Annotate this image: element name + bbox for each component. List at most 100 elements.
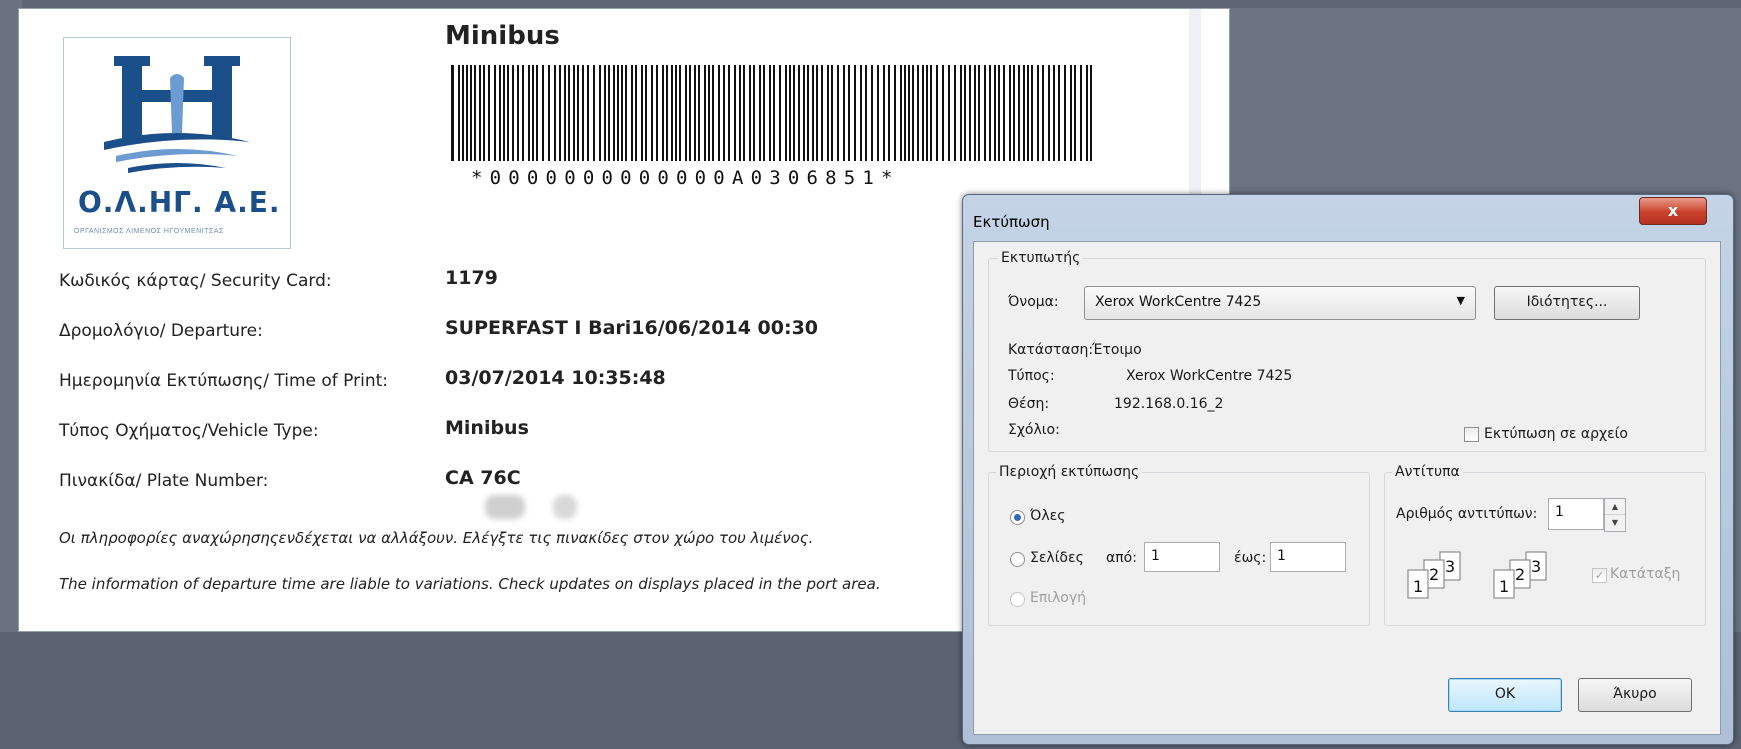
location-label: Θέση: bbox=[1008, 396, 1050, 412]
type-label: Τύπος: bbox=[1008, 368, 1055, 384]
to-page-input[interactable]: 1 bbox=[1270, 542, 1346, 572]
barcode-bar bbox=[984, 65, 986, 161]
barcode-bar bbox=[517, 65, 519, 161]
barcode-bar bbox=[522, 65, 524, 161]
barcode-bar bbox=[573, 65, 575, 161]
barcode-bar bbox=[704, 65, 706, 161]
from-page-input[interactable]: 1 bbox=[1144, 542, 1220, 572]
barcode-bar bbox=[1058, 65, 1060, 161]
barcode-bar bbox=[1027, 65, 1029, 161]
plate-redaction bbox=[485, 495, 525, 519]
pages-radio[interactable] bbox=[1010, 552, 1025, 567]
barcode-bar bbox=[723, 65, 725, 161]
barcode-bar bbox=[568, 65, 570, 161]
barcode-bar bbox=[734, 65, 736, 161]
barcode-bar bbox=[474, 65, 476, 161]
barcode-bar bbox=[679, 65, 681, 161]
copies-group-label: Αντίτυπα bbox=[1392, 464, 1463, 480]
barcode-bar bbox=[831, 65, 833, 161]
barcode-bar bbox=[499, 65, 501, 161]
barcode-bar bbox=[479, 65, 481, 161]
barcode-bar bbox=[807, 65, 809, 161]
from-label: από: bbox=[1106, 550, 1137, 566]
collate-label: Κατάταξη bbox=[1610, 566, 1681, 582]
barcode-bar bbox=[1037, 65, 1039, 161]
ok-button[interactable]: OK bbox=[1448, 678, 1562, 712]
barcode-bar bbox=[1080, 65, 1082, 161]
port-authority-logo: Ο.Λ.ΗΓ. Α.Ε. ΟΡΓΑΝΙΣΜΟΣ ΛΙΜΕΝΟΣ ΗΓΟΥΜΕΝΙ… bbox=[63, 37, 291, 249]
barcode-bar bbox=[739, 65, 741, 161]
copies-input[interactable]: 1 bbox=[1548, 498, 1604, 530]
barcode-bar bbox=[785, 65, 787, 161]
departure-value: SUPERFAST I Bari16/06/2014 00:30 bbox=[445, 317, 819, 339]
barcode-bar bbox=[1070, 65, 1072, 161]
barcode-bar bbox=[1031, 65, 1033, 161]
barcode-bar bbox=[599, 65, 601, 161]
cancel-button[interactable]: Άκυρο bbox=[1578, 678, 1692, 712]
barcode-bar bbox=[789, 65, 791, 161]
spin-up-icon[interactable]: ▲ bbox=[1605, 499, 1625, 515]
barcode-bar bbox=[978, 65, 980, 161]
barcode-bar bbox=[458, 65, 460, 161]
print-to-file-label: Εκτύπωση σε αρχείο bbox=[1484, 426, 1628, 442]
barcode-bar bbox=[908, 65, 910, 161]
barcode-bar bbox=[1074, 65, 1076, 161]
barcode-bar bbox=[536, 65, 538, 161]
barcode-bar bbox=[466, 65, 468, 161]
printer-select[interactable]: Xerox WorkCentre 7425 ▼ bbox=[1084, 286, 1476, 320]
spin-down-icon[interactable]: ▼ bbox=[1605, 515, 1625, 530]
barcode-bar bbox=[998, 65, 1000, 161]
barcode-bar bbox=[483, 65, 485, 161]
barcode-bar bbox=[635, 65, 637, 161]
barcode-bar bbox=[753, 65, 755, 161]
barcode-bar bbox=[763, 65, 765, 161]
copies-value: 1 bbox=[1555, 504, 1564, 520]
barcode-bar bbox=[773, 65, 775, 161]
barcode-bar bbox=[749, 65, 751, 161]
barcode-bar bbox=[645, 65, 647, 161]
barcode-bar bbox=[894, 65, 896, 161]
all-pages-radio[interactable] bbox=[1010, 510, 1025, 525]
barcode-bar bbox=[1048, 65, 1050, 161]
barcode-bar bbox=[656, 65, 658, 161]
collate-checkbox[interactable]: ✓ bbox=[1592, 568, 1607, 583]
barcode-bar bbox=[779, 65, 781, 161]
all-pages-label: Όλες bbox=[1030, 508, 1066, 524]
barcode-bar bbox=[848, 65, 850, 161]
barcode-bar bbox=[554, 65, 556, 161]
barcode-bar bbox=[559, 65, 561, 161]
close-button[interactable]: x bbox=[1639, 197, 1707, 225]
barcode-bar bbox=[604, 65, 606, 161]
barcode-image bbox=[451, 65, 1092, 161]
barcode-bar bbox=[671, 65, 673, 161]
barcode-bar bbox=[926, 65, 928, 161]
dialog-body: Εκτυπωτής Όνομα: Xerox WorkCentre 7425 ▼… bbox=[973, 241, 1721, 735]
barcode-bar bbox=[528, 65, 530, 161]
page-number-3: 3 bbox=[1531, 557, 1541, 576]
copies-spinner[interactable]: ▲ ▼ bbox=[1604, 498, 1626, 532]
barcode-bar bbox=[1018, 65, 1020, 161]
barcode-bar bbox=[759, 65, 761, 161]
barcode-bar bbox=[542, 65, 544, 161]
barcode-text: *0000000000000A0306851* bbox=[471, 167, 900, 189]
barcode-bar bbox=[613, 65, 615, 161]
barcode-bar bbox=[512, 65, 514, 161]
to-page-value: 1 bbox=[1277, 548, 1286, 564]
barcode-bar bbox=[964, 65, 966, 161]
barcode-bar bbox=[593, 65, 595, 161]
page-number-2: 2 bbox=[1515, 565, 1525, 584]
print-to-file-checkbox[interactable] bbox=[1464, 427, 1479, 442]
collate-pages-icon: 3 2 1 bbox=[1407, 551, 1461, 599]
barcode-bar bbox=[865, 65, 867, 161]
barcode-bar bbox=[769, 65, 771, 161]
barcode-bar bbox=[608, 65, 610, 161]
barcode-bar bbox=[1003, 65, 1005, 161]
properties-button[interactable]: Ιδιότητες... bbox=[1494, 286, 1640, 320]
barcode-bar bbox=[651, 65, 653, 161]
page-number-1: 1 bbox=[1499, 577, 1509, 596]
barcode-bar bbox=[1023, 65, 1025, 161]
barcode-bar bbox=[994, 65, 996, 161]
barcode-bar bbox=[617, 65, 619, 161]
selection-radio[interactable] bbox=[1010, 592, 1025, 607]
printer-group-label: Εκτυπωτής bbox=[998, 250, 1084, 266]
